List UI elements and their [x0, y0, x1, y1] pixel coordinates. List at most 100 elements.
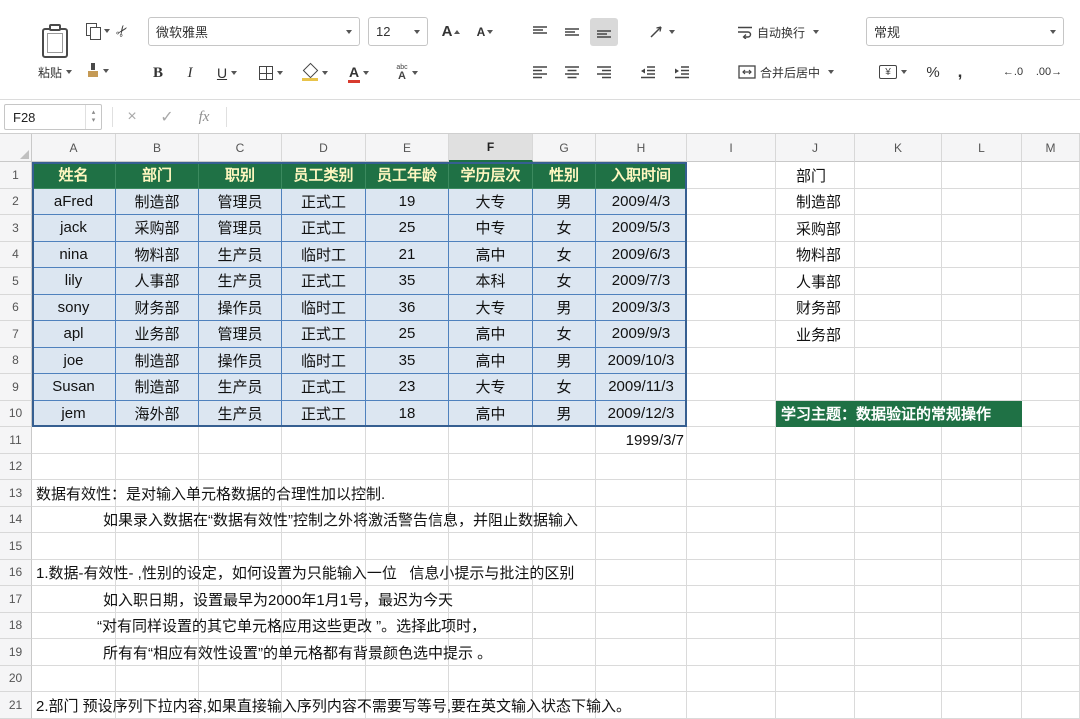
- fill-color-button[interactable]: [296, 60, 334, 86]
- grid-cell-L6[interactable]: [942, 294, 1022, 321]
- grid-cell-G8[interactable]: 男: [533, 347, 596, 374]
- grid-cell-K5[interactable]: [855, 268, 942, 295]
- grid-cell-D1[interactable]: 员工类别: [282, 162, 366, 189]
- grid-cell-D18[interactable]: [282, 612, 366, 639]
- grid-cell-H19[interactable]: [596, 639, 687, 666]
- grid-cell-I9[interactable]: [687, 374, 776, 401]
- row-header-12[interactable]: 12: [0, 453, 32, 480]
- grid-cell-B7[interactable]: 业务部: [116, 321, 199, 348]
- row-header-10[interactable]: 10: [0, 400, 32, 427]
- grid-cell-J7[interactable]: [776, 321, 855, 348]
- grid-cell-L13[interactable]: [942, 480, 1022, 507]
- grid-cell-F4[interactable]: 高中: [449, 241, 533, 268]
- grid-cell-K12[interactable]: [855, 453, 942, 480]
- grid-cell-H21[interactable]: [596, 692, 687, 719]
- grid-cell-H4[interactable]: 2009/6/3: [596, 241, 687, 268]
- grid-cell-I8[interactable]: [687, 347, 776, 374]
- grid-cell-A4[interactable]: nina: [32, 241, 116, 268]
- grid-cell-H12[interactable]: [596, 453, 687, 480]
- grid-cell-G14[interactable]: [533, 506, 596, 533]
- insert-function-button[interactable]: fx: [190, 104, 218, 130]
- grid-cell-C16[interactable]: [199, 559, 282, 586]
- grid-cell-C12[interactable]: [199, 453, 282, 480]
- merge-center-button[interactable]: 合并后居中: [724, 58, 848, 86]
- grid-cell-A8[interactable]: joe: [32, 347, 116, 374]
- grid-cell-K9[interactable]: [855, 374, 942, 401]
- grid-cell-B21[interactable]: [116, 692, 199, 719]
- grid-cell-G10[interactable]: 男: [533, 400, 596, 427]
- grid-cell-G7[interactable]: 女: [533, 321, 596, 348]
- grid-cell-H9[interactable]: 2009/11/3: [596, 374, 687, 401]
- grid-cell-C9[interactable]: 生产员: [199, 374, 282, 401]
- grid-cell-G3[interactable]: 女: [533, 215, 596, 242]
- row-header-1[interactable]: 1: [0, 162, 32, 189]
- grid-cell-B14[interactable]: [116, 506, 199, 533]
- grid-cell-I11[interactable]: [687, 427, 776, 454]
- grid-cell-D17[interactable]: [282, 586, 366, 613]
- grid-cell-C7[interactable]: 管理员: [199, 321, 282, 348]
- grid-cell-C18[interactable]: [199, 612, 282, 639]
- grid-cell-F7[interactable]: 高中: [449, 321, 533, 348]
- grid-cell-K6[interactable]: [855, 294, 942, 321]
- grid-cell-L19[interactable]: [942, 639, 1022, 666]
- grid-cell-A9[interactable]: Susan: [32, 374, 116, 401]
- grid-cell-A16[interactable]: [32, 559, 116, 586]
- grid-cell-J19[interactable]: [776, 639, 855, 666]
- grid-cell-L15[interactable]: [942, 533, 1022, 560]
- grid-cell-G21[interactable]: [533, 692, 596, 719]
- grid-cell-B2[interactable]: 制造部: [116, 188, 199, 215]
- grid-cell-M4[interactable]: [1022, 241, 1080, 268]
- grid-cell-F2[interactable]: 大专: [449, 188, 533, 215]
- grid-cell-M5[interactable]: [1022, 268, 1080, 295]
- grid-cell-E9[interactable]: 23: [366, 374, 449, 401]
- grid-cell-B11[interactable]: [116, 427, 199, 454]
- grid-cell-K2[interactable]: [855, 188, 942, 215]
- grid-cell-C6[interactable]: 操作员: [199, 294, 282, 321]
- grid-cell-C8[interactable]: 操作员: [199, 347, 282, 374]
- text-orientation-button[interactable]: [640, 18, 684, 46]
- grid-cell-J6[interactable]: [776, 294, 855, 321]
- grid-cell-F1[interactable]: 学历层次: [449, 162, 533, 189]
- grid-cell-E1[interactable]: 员工年龄: [366, 162, 449, 189]
- grid-cell-H17[interactable]: [596, 586, 687, 613]
- grid-cell-B16[interactable]: [116, 559, 199, 586]
- grid-cell-M10[interactable]: [1022, 400, 1080, 427]
- grid-cell-F20[interactable]: [449, 665, 533, 692]
- grid-cell-H13[interactable]: [596, 480, 687, 507]
- grid-cell-C21[interactable]: [199, 692, 282, 719]
- grid-cell-K17[interactable]: [855, 586, 942, 613]
- grid-cell-A6[interactable]: sony: [32, 294, 116, 321]
- column-header-I[interactable]: I: [687, 134, 776, 162]
- row-header-21[interactable]: 21: [0, 692, 32, 719]
- grid-cell-M20[interactable]: [1022, 665, 1080, 692]
- grid-cell-C13[interactable]: [199, 480, 282, 507]
- grid-cell-E15[interactable]: [366, 533, 449, 560]
- grid-cell-L1[interactable]: [942, 162, 1022, 189]
- column-header-H[interactable]: H: [596, 134, 687, 162]
- grid-cell-H5[interactable]: 2009/7/3: [596, 268, 687, 295]
- grid-cell-E2[interactable]: 19: [366, 188, 449, 215]
- grid-cell-L5[interactable]: [942, 268, 1022, 295]
- grid-cell-G19[interactable]: [533, 639, 596, 666]
- grid-cell-J20[interactable]: [776, 665, 855, 692]
- number-format-select[interactable]: 常规: [866, 17, 1064, 46]
- grid-cell-G16[interactable]: [533, 559, 596, 586]
- grid-cell-K7[interactable]: [855, 321, 942, 348]
- grid-cell-J3[interactable]: [776, 215, 855, 242]
- grid-cell-A19[interactable]: [32, 639, 116, 666]
- row-header-4[interactable]: 4: [0, 241, 32, 268]
- grid-cell-I14[interactable]: [687, 506, 776, 533]
- grid-cell-M3[interactable]: [1022, 215, 1080, 242]
- grid-cell-F12[interactable]: [449, 453, 533, 480]
- grid-cell-M18[interactable]: [1022, 612, 1080, 639]
- cut-button[interactable]: ✂: [110, 18, 134, 44]
- column-header-K[interactable]: K: [855, 134, 942, 162]
- grid-cell-L2[interactable]: [942, 188, 1022, 215]
- grid-cell-C19[interactable]: [199, 639, 282, 666]
- row-header-8[interactable]: 8: [0, 347, 32, 374]
- grid-cell-F6[interactable]: 大专: [449, 294, 533, 321]
- grid-cell-K8[interactable]: [855, 347, 942, 374]
- grid-cell-F10[interactable]: 高中: [449, 400, 533, 427]
- grid-cell-E19[interactable]: [366, 639, 449, 666]
- grid-cell-K21[interactable]: [855, 692, 942, 719]
